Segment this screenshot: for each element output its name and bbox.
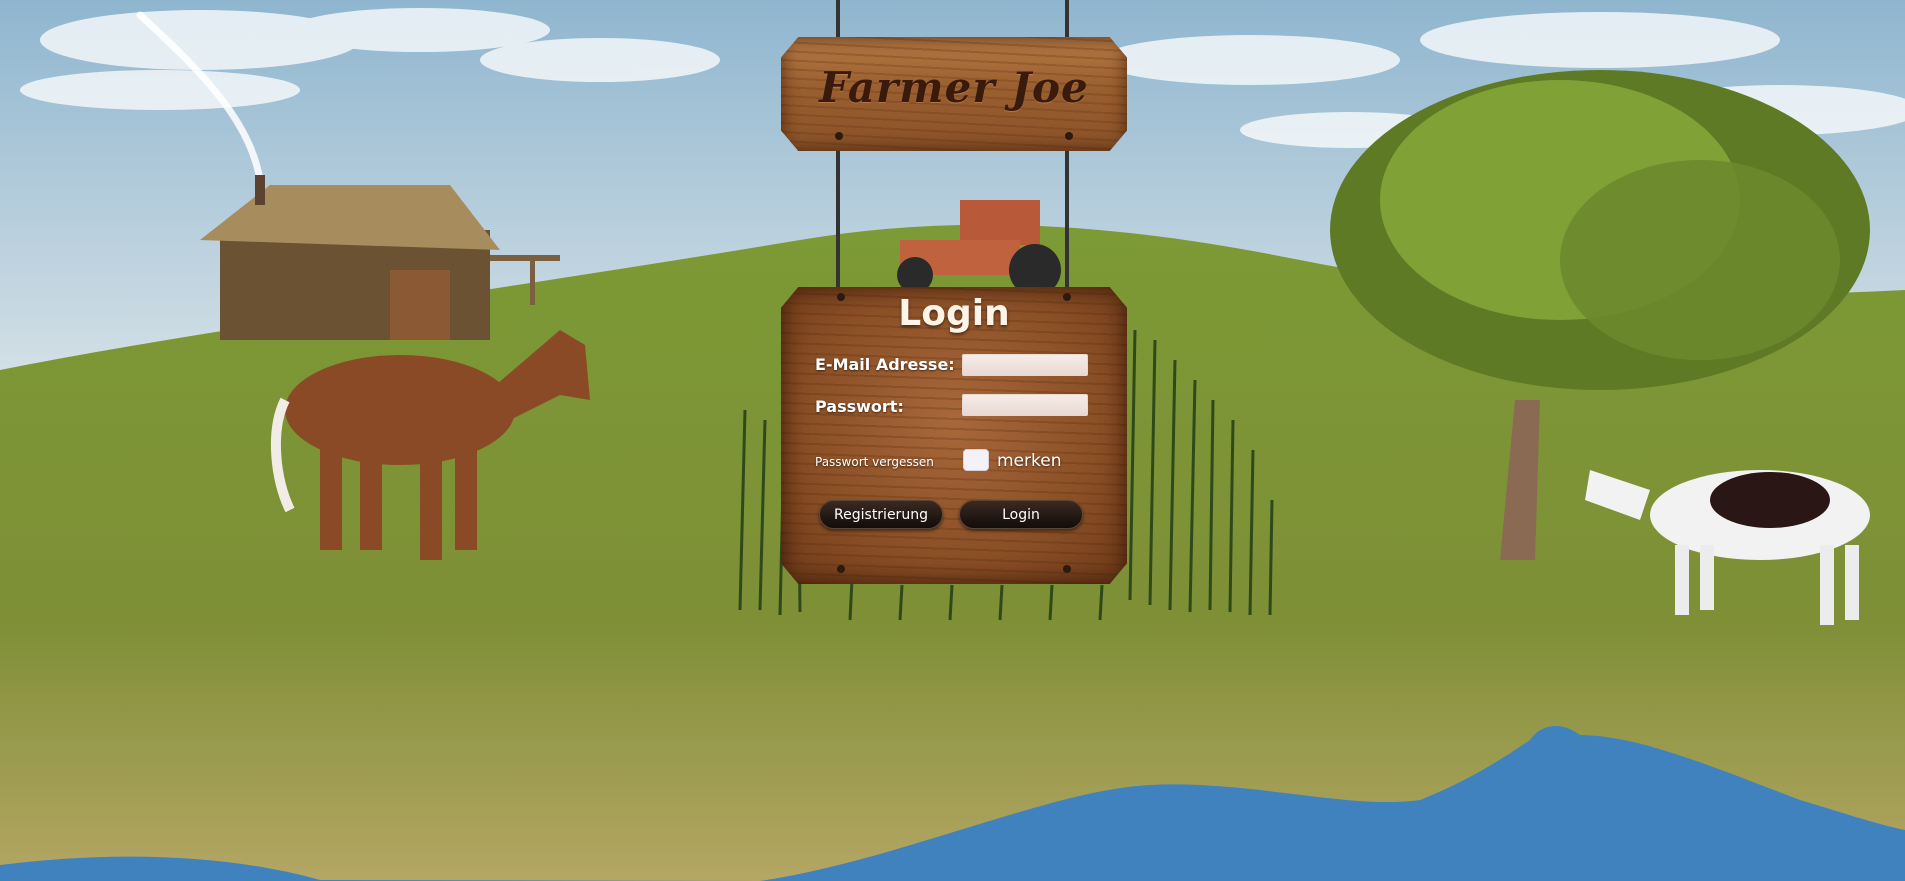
nail-icon [835, 132, 843, 140]
logo-sign: Farmer Joe [781, 37, 1127, 151]
register-button[interactable]: Registrierung [819, 500, 943, 529]
nail-icon [1065, 132, 1073, 140]
email-label: E-Mail Adresse: [815, 355, 955, 374]
game-logo: Farmer Joe [819, 63, 1089, 112]
game-scene: Farmer Joe Login E-Mail Adresse: Passwor… [0, 0, 1905, 881]
nail-icon [837, 565, 845, 573]
nail-icon [1063, 565, 1071, 573]
forgot-password-link[interactable]: Passwort vergessen [815, 455, 934, 469]
remember-checkbox[interactable] [963, 449, 989, 471]
email-input[interactable] [962, 354, 1088, 376]
login-title: Login [898, 293, 1010, 334]
password-input[interactable] [962, 394, 1088, 416]
password-label: Passwort: [815, 397, 904, 416]
login-panel: Login E-Mail Adresse: Passwort: Passwort… [781, 287, 1127, 584]
login-button[interactable]: Login [959, 500, 1083, 529]
nail-icon [1063, 293, 1071, 301]
remember-label: merken [997, 451, 1062, 471]
nail-icon [837, 293, 845, 301]
